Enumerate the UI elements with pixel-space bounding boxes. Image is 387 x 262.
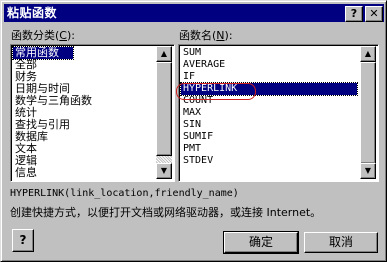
function-label-text: 函数名 (179, 29, 212, 42)
category-label-text: 函数分类 (11, 29, 55, 42)
function-signature: HYPERLINK(link_location,friendly_name) (10, 188, 239, 199)
function-list-item[interactable]: SUM (181, 47, 203, 59)
function-accel-key: N (216, 29, 225, 42)
scroll-thumb[interactable] (156, 62, 172, 156)
function-description: 创建快捷方式，以便打开文档或网络驱动器，或连接 Internet。 (10, 206, 322, 219)
scroll-down-icon[interactable]: ▼ (156, 163, 172, 179)
category-label: 函数分类(C): (11, 29, 75, 42)
function-list-item[interactable]: SIN (181, 119, 203, 131)
function-list-item[interactable]: PMT (181, 143, 203, 155)
function-label: 函数名(N): (179, 29, 233, 42)
function-list-item[interactable]: STDEV (181, 155, 215, 167)
function-list-item[interactable]: IF (181, 71, 197, 83)
close-icon[interactable]: ✕ (365, 6, 383, 22)
paste-function-dialog: 粘贴函数 ? ✕ 函数分类(C): 常用函数 全部 财务 日期与时间 数学与三角函数 统计… (0, 0, 387, 262)
category-accel-key: C (59, 29, 67, 42)
scroll-up-icon[interactable]: ▲ (156, 46, 172, 62)
cancel-button[interactable]: 取消 (304, 232, 378, 253)
ok-button[interactable]: 确定 (223, 231, 299, 254)
function-listbox[interactable]: SUM AVERAGE IF HYPERLINK COUNT MAX SIN SUMIF PMT… (178, 44, 379, 182)
scroll-up-icon[interactable]: ▲ (360, 46, 376, 62)
category-listbox[interactable]: 常用函数 全部 财务 日期与时间 数学与三角函数 统计 查找与引用 数据库 文本 逻辑 信息 ▲ ▼ (10, 44, 175, 182)
function-scrollbar[interactable]: ▲ ▼ (360, 46, 376, 179)
annotation-highlight-ring (176, 83, 256, 100)
function-list-item[interactable]: MAX (181, 107, 203, 119)
function-list-item[interactable]: AVERAGE (181, 59, 227, 71)
category-list-item[interactable]: 信息 (13, 167, 39, 179)
help-title-button[interactable]: ? (345, 6, 363, 22)
function-list-item[interactable]: SUMIF (181, 131, 215, 143)
category-scrollbar[interactable]: ▲ ▼ (156, 46, 172, 179)
scroll-thumb[interactable] (360, 62, 376, 164)
help-icon[interactable]: ? (12, 229, 34, 252)
title-bar: 粘贴函数 ? ✕ (4, 4, 384, 22)
window-title: 粘贴函数 (7, 6, 58, 20)
scroll-down-icon[interactable]: ▼ (360, 163, 376, 179)
